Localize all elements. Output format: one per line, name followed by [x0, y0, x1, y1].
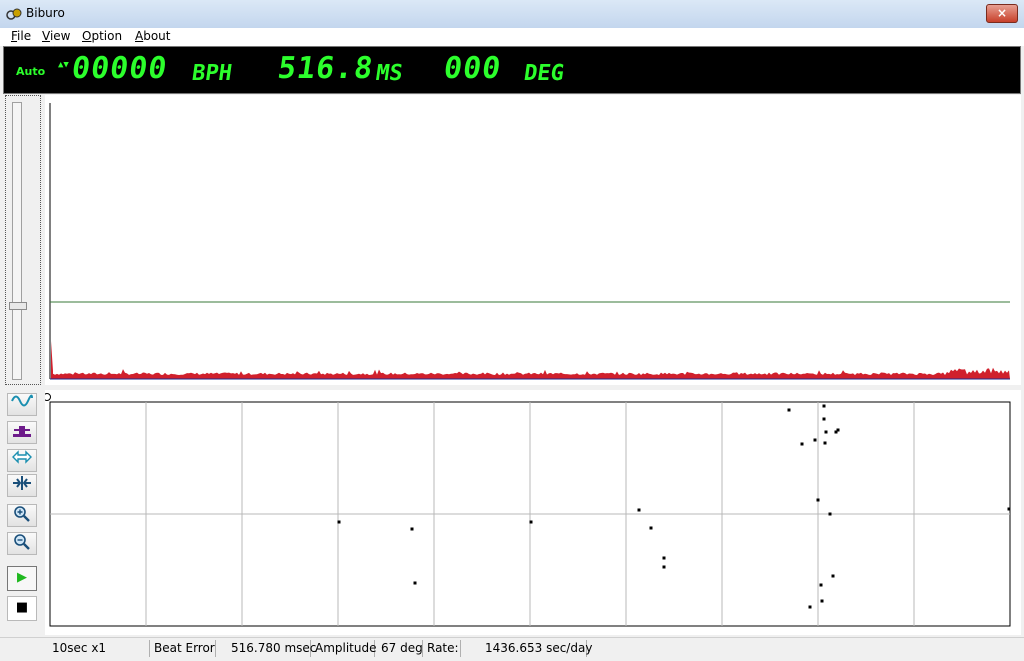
- status-bar: 10sec x1 Beat Error 516.780 msec Amplitu…: [0, 637, 1024, 661]
- auto-mode-label[interactable]: Auto: [16, 65, 45, 78]
- zoom-in-button[interactable]: [7, 504, 37, 527]
- gain-slider[interactable]: [5, 95, 41, 385]
- shrink-arrows-icon: [13, 476, 31, 490]
- zoom-out-icon: [14, 534, 30, 550]
- status-beat-error-value: 516.780 msec: [216, 640, 316, 657]
- status-rate-value: 1436.653 sec/day: [461, 640, 592, 657]
- timing-point: [410, 527, 414, 531]
- waveform-trace: [51, 341, 1010, 379]
- menu-file[interactable]: File: [11, 28, 31, 44]
- timing-point: [1007, 507, 1011, 511]
- deg-value: 000: [441, 51, 504, 86]
- timing-point: [813, 438, 817, 442]
- timing-point: [816, 498, 820, 502]
- timegrapher-points: [337, 404, 1011, 609]
- timing-point: [787, 408, 791, 412]
- timegrapher-panel: ▶ ■: [5, 390, 1021, 635]
- timing-point: [649, 526, 653, 530]
- threshold-tool-button[interactable]: [7, 421, 37, 444]
- timing-point: [337, 520, 341, 524]
- waveform-svg: [49, 103, 1010, 380]
- stop-button[interactable]: ■: [7, 596, 37, 621]
- ms-value: 516.8: [275, 51, 376, 86]
- bph-spin-arrows[interactable]: ▲▼: [58, 59, 69, 72]
- menu-view-rest: iew: [49, 29, 71, 43]
- timing-point: [662, 565, 666, 569]
- timing-point: [823, 441, 827, 445]
- timing-point: [828, 512, 832, 516]
- threshold-icon: [13, 426, 31, 437]
- menu-view-accel: V: [42, 29, 50, 43]
- menu-bar: File View Option About: [0, 28, 1024, 46]
- status-rate-label: Rate:: [423, 640, 461, 657]
- timing-point: [637, 508, 641, 512]
- close-button[interactable]: ×: [986, 4, 1018, 23]
- gain-slider-track[interactable]: [12, 102, 22, 380]
- gain-slider-thumb[interactable]: [9, 301, 27, 310]
- timegrapher-plot: [43, 390, 1021, 635]
- menu-about-rest: bout: [143, 29, 171, 43]
- status-scale: 10sec x1: [0, 640, 150, 657]
- status-amplitude-value: 67 deg: [375, 640, 423, 657]
- menu-view[interactable]: View: [42, 28, 70, 44]
- timegrapher-svg: [43, 393, 1011, 627]
- stop-icon: ■: [15, 600, 29, 615]
- tool-column: ▶ ■: [5, 390, 45, 635]
- expand-tool-button[interactable]: [7, 449, 37, 472]
- waveform-plot: [45, 95, 1021, 385]
- waveform-tool-button[interactable]: [7, 393, 37, 416]
- timing-point: [819, 583, 823, 587]
- shrink-tool-button[interactable]: [7, 474, 37, 497]
- bph-unit: BPH: [190, 61, 234, 86]
- lcd-display: Auto ▲▼ 00000 BPH 516.8 MS 000 DEG: [3, 46, 1021, 94]
- timing-point: [820, 599, 824, 603]
- app-icon: [6, 8, 22, 20]
- waveform-panel: [5, 95, 1021, 385]
- status-beat-error-label: Beat Error: [150, 640, 216, 657]
- timing-point: [822, 417, 826, 421]
- zoom-out-button[interactable]: [7, 532, 37, 555]
- origin-marker: [43, 393, 51, 401]
- sine-wave-icon: [11, 394, 33, 407]
- timegrapher-grid: [49, 401, 1011, 627]
- expand-arrows-icon: [12, 450, 32, 464]
- timing-point: [824, 430, 828, 434]
- title-bar: Biburo ×: [0, 0, 1024, 29]
- timing-point: [831, 574, 835, 578]
- timing-point: [808, 605, 812, 609]
- menu-about-accel: A: [135, 29, 144, 43]
- menu-option[interactable]: Option: [82, 28, 122, 44]
- play-button[interactable]: ▶: [7, 566, 37, 591]
- timing-point: [662, 556, 666, 560]
- deg-unit: DEG: [522, 61, 566, 86]
- status-amplitude-label: Amplitude: [311, 640, 377, 657]
- timing-point: [822, 404, 826, 408]
- window-title: Biburo: [26, 6, 65, 20]
- timing-point: [800, 442, 804, 446]
- bph-value: 00000: [69, 51, 170, 86]
- timing-point: [413, 581, 417, 585]
- menu-option-rest: ption: [91, 29, 123, 43]
- menu-file-rest: ile: [17, 29, 32, 43]
- timing-point: [836, 428, 840, 432]
- timing-point: [529, 520, 533, 524]
- menu-about[interactable]: About: [135, 28, 171, 44]
- zoom-in-icon: [14, 506, 30, 522]
- ms-unit: MS: [374, 61, 405, 86]
- play-icon: ▶: [17, 570, 27, 585]
